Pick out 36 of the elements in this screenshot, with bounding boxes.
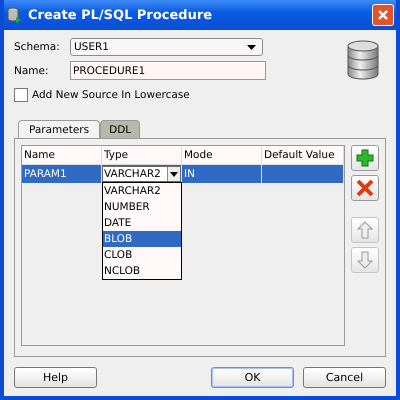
down-arrow-icon (357, 251, 373, 269)
dropdown-option[interactable]: BLOB (103, 231, 181, 247)
table-cell: IN (182, 165, 262, 183)
window-title: Create PL/SQL Procedure (28, 8, 214, 22)
dropdown-option[interactable]: CLOB (103, 247, 181, 263)
caret-icon (247, 44, 256, 50)
column-header[interactable]: Mode (182, 146, 262, 164)
name-field[interactable]: PROCEDURE1 (70, 61, 266, 80)
close-button[interactable] (372, 4, 394, 26)
dropdown-option[interactable]: NUMBER (103, 199, 181, 215)
dropdown-option[interactable]: DATE (103, 215, 181, 231)
x-icon (356, 179, 374, 197)
dropdown-option[interactable]: NCLOB (103, 263, 181, 279)
schema-label: Schema: (14, 41, 61, 53)
database-icon (346, 40, 380, 80)
dialog-button[interactable]: Cancel (303, 367, 386, 388)
checkbox-label: Add New Source In Lowercase (32, 89, 190, 101)
delete-button[interactable] (351, 175, 379, 201)
name-label: Name: (14, 64, 50, 76)
type-dropdown[interactable]: VARCHAR2 (102, 166, 181, 182)
column-header[interactable]: Name (22, 146, 102, 164)
add-button[interactable] (351, 145, 379, 171)
dialog-button[interactable]: Help (14, 367, 97, 388)
column-header[interactable]: Default Value (262, 146, 344, 164)
dialog-button[interactable]: OK (211, 367, 294, 388)
dropdown-option[interactable]: VARCHAR2 (103, 183, 181, 199)
checkbox[interactable] (14, 88, 28, 102)
caret-icon (170, 172, 178, 176)
column-header[interactable]: Type (102, 146, 182, 164)
plus-icon (356, 149, 374, 167)
schema-dropdown[interactable]: USER1 (70, 38, 263, 56)
close-icon (377, 9, 389, 21)
database-icon (6, 7, 22, 23)
tab[interactable]: DDL (100, 120, 140, 138)
tab[interactable]: Parameters (18, 120, 100, 138)
up-arrow-icon (357, 221, 373, 239)
